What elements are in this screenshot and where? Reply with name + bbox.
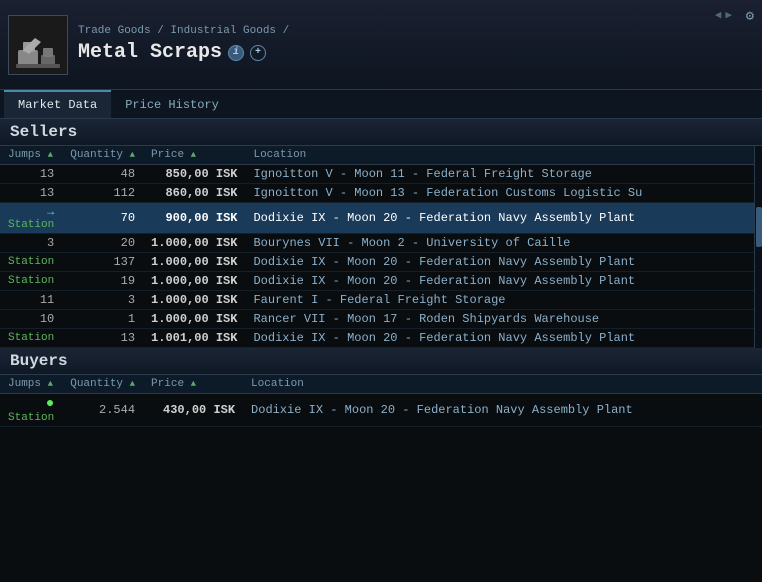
location-cell: Dodixie IX - Moon 20 - Federation Navy A…	[243, 394, 762, 427]
table-row[interactable]: → Station 70 900,00 ISK Dodixie IX - Moo…	[0, 203, 762, 234]
nav-arrows: ◀ ▶	[715, 8, 732, 22]
jumps-col-header[interactable]: Jumps ▲	[0, 146, 62, 165]
jumps-cell: 10	[0, 310, 62, 329]
buyers-table-wrapper: Jumps ▲ Quantity ▲ Price ▲ Location ● St…	[0, 375, 762, 427]
tab-price-history[interactable]: Price History	[111, 90, 233, 118]
buyers-header: Buyers	[0, 348, 762, 375]
back-arrow[interactable]: ◀	[715, 8, 722, 22]
table-row[interactable]: ● Station 2.544 430,00 ISK Dodixie IX - …	[0, 394, 762, 427]
location-cell: Dodixie IX - Moon 20 - Federation Navy A…	[245, 272, 762, 291]
jumps-value: 11	[40, 293, 54, 307]
quantity-cell: 19	[62, 272, 143, 291]
table-row[interactable]: Station 137 1.000,00 ISK Dodixie IX - Mo…	[0, 253, 762, 272]
buyers-jumps-col-header[interactable]: Jumps ▲	[0, 375, 62, 394]
sellers-scrollbar[interactable]	[754, 146, 762, 348]
breadcrumb: Trade Goods / Industrial Goods /	[78, 25, 754, 37]
station-label: Station	[8, 219, 54, 231]
jumps-cell: ● Station	[0, 394, 62, 427]
item-name: Metal Scraps	[78, 41, 222, 64]
price-cell: 1.000,00 ISK	[143, 234, 245, 253]
location-cell: Ignoitton V - Moon 11 - Federal Freight …	[245, 165, 762, 184]
quantity-cell: 20	[62, 234, 143, 253]
jumps-value: 13	[40, 167, 54, 181]
location-cell: Bourynes VII - Moon 2 - University of Ca…	[245, 234, 762, 253]
buyers-section: Buyers Jumps ▲ Quantity ▲ Price ▲ Locati…	[0, 348, 762, 427]
sellers-scrollbar-thumb	[756, 207, 762, 247]
sellers-column-headers: Jumps ▲ Quantity ▲ Price ▲ Location	[0, 146, 762, 165]
jumps-cell: 11	[0, 291, 62, 310]
price-cell: 900,00 ISK	[143, 203, 245, 234]
location-cell: Faurent I - Federal Freight Storage	[245, 291, 762, 310]
quantity-cell: 48	[62, 165, 143, 184]
table-row[interactable]: Station 19 1.000,00 ISK Dodixie IX - Moo…	[0, 272, 762, 291]
jumps-value: 13	[40, 186, 54, 200]
price-cell: 1.000,00 ISK	[143, 310, 245, 329]
buyers-table: Jumps ▲ Quantity ▲ Price ▲ Location ● St…	[0, 375, 762, 427]
buyers-column-headers: Jumps ▲ Quantity ▲ Price ▲ Location	[0, 375, 762, 394]
tabs-bar: Market Data Price History	[0, 90, 762, 119]
quantity-cell: 13	[62, 329, 143, 348]
location-col-header: Location	[245, 146, 762, 165]
table-row[interactable]: 3 20 1.000,00 ISK Bourynes VII - Moon 2 …	[0, 234, 762, 253]
jumps-cell: 13	[0, 184, 62, 203]
app-container: Trade Goods / Industrial Goods / Metal S…	[0, 0, 762, 427]
jumps-cell: Station	[0, 253, 62, 272]
buyers-qty-col-header[interactable]: Quantity ▲	[62, 375, 143, 394]
jumps-cell: 3	[0, 234, 62, 253]
add-button[interactable]: +	[250, 45, 266, 61]
table-row[interactable]: 13 112 860,00 ISK Ignoitton V - Moon 13 …	[0, 184, 762, 203]
quantity-cell: 70	[62, 203, 143, 234]
jumps-cell: Station	[0, 329, 62, 348]
buyers-price-col-header[interactable]: Price ▲	[143, 375, 243, 394]
price-cell: 1.000,00 ISK	[143, 272, 245, 291]
station-label: Station	[8, 332, 54, 344]
tab-market-data[interactable]: Market Data	[4, 90, 111, 118]
quantity-cell: 2.544	[62, 394, 143, 427]
jumps-cell: 13	[0, 165, 62, 184]
price-cell: 1.001,00 ISK	[143, 329, 245, 348]
quantity-cell: 3	[62, 291, 143, 310]
forward-arrow[interactable]: ▶	[725, 8, 732, 22]
price-col-header[interactable]: Price ▲	[143, 146, 245, 165]
quantity-cell: 1	[62, 310, 143, 329]
table-row[interactable]: 10 1 1.000,00 ISK Rancer VII - Moon 17 -…	[0, 310, 762, 329]
jumps-cell: → Station	[0, 203, 62, 234]
station-arrow: →	[47, 205, 54, 219]
location-cell: Dodixie IX - Moon 20 - Federation Navy A…	[245, 329, 762, 348]
price-cell: 860,00 ISK	[143, 184, 245, 203]
item-icon	[8, 15, 68, 75]
header-info: Trade Goods / Industrial Goods / Metal S…	[78, 25, 754, 64]
header: Trade Goods / Industrial Goods / Metal S…	[0, 0, 762, 90]
info-button[interactable]: i	[228, 45, 244, 61]
station-label: Station	[8, 256, 54, 268]
sellers-header: Sellers	[0, 119, 762, 146]
price-cell: 1.000,00 ISK	[143, 291, 245, 310]
settings-icon[interactable]: ⚙	[746, 8, 754, 25]
price-cell: 430,00 ISK	[143, 394, 243, 427]
jumps-value: 10	[40, 312, 54, 326]
price-cell: 850,00 ISK	[143, 165, 245, 184]
quantity-cell: 112	[62, 184, 143, 203]
dot-icon: ●	[46, 396, 54, 412]
location-cell: Dodixie IX - Moon 20 - Federation Navy A…	[245, 253, 762, 272]
sellers-table-wrapper: Jumps ▲ Quantity ▲ Price ▲ Location 13 4…	[0, 146, 762, 348]
quantity-cell: 137	[62, 253, 143, 272]
table-row[interactable]: 11 3 1.000,00 ISK Faurent I - Federal Fr…	[0, 291, 762, 310]
table-row[interactable]: 13 48 850,00 ISK Ignoitton V - Moon 11 -…	[0, 165, 762, 184]
location-cell: Dodixie IX - Moon 20 - Federation Navy A…	[245, 203, 762, 234]
jumps-value: 3	[47, 236, 54, 250]
table-row[interactable]: Station 13 1.001,00 ISK Dodixie IX - Moo…	[0, 329, 762, 348]
buyers-location-col-header: Location	[243, 375, 762, 394]
jumps-cell: Station	[0, 272, 62, 291]
station-label: Station	[8, 275, 54, 287]
item-title-row: Metal Scraps i +	[78, 41, 754, 64]
price-cell: 1.000,00 ISK	[143, 253, 245, 272]
sellers-section: Sellers Jumps ▲ Quantity ▲ Price ▲ Locat…	[0, 119, 762, 348]
location-cell: Ignoitton V - Moon 13 - Federation Custo…	[245, 184, 762, 203]
qty-col-header[interactable]: Quantity ▲	[62, 146, 143, 165]
sellers-table: Jumps ▲ Quantity ▲ Price ▲ Location 13 4…	[0, 146, 762, 348]
station-label: Station	[8, 412, 54, 424]
location-cell: Rancer VII - Moon 17 - Roden Shipyards W…	[245, 310, 762, 329]
